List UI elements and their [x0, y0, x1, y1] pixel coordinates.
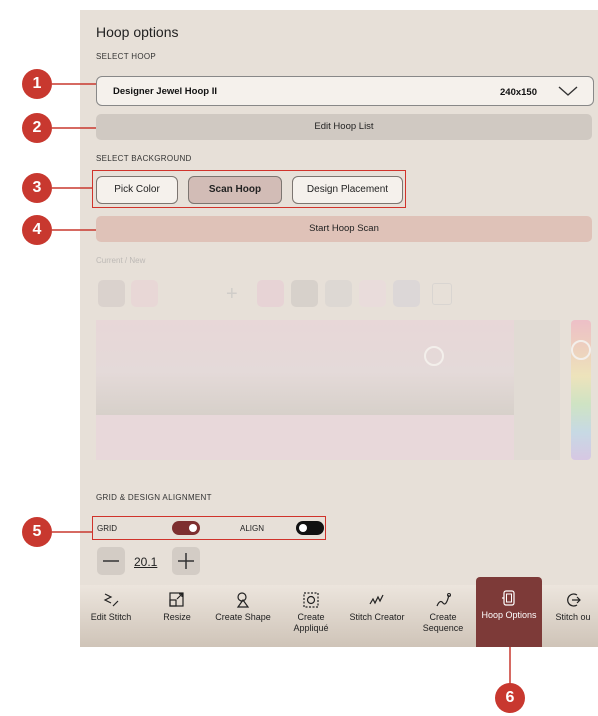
callout-3: 3 [22, 173, 52, 203]
callout-5: 5 [22, 517, 52, 547]
callout-leader-lines [52, 83, 511, 686]
callout-6: 6 [495, 683, 525, 713]
callout-2: 2 [22, 113, 52, 143]
callout-4: 4 [22, 215, 52, 245]
callout-1: 1 [22, 69, 52, 99]
